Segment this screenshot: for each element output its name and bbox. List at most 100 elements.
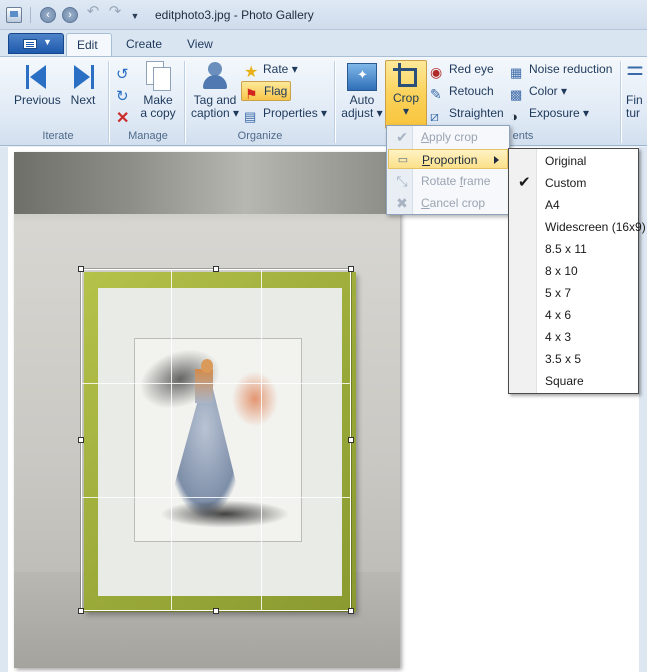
retouch-label: Retouch: [449, 84, 494, 98]
ribbon: Previous Next Iterate ↺ ↻ ✕ Make a copy …: [0, 56, 647, 146]
tab-create[interactable]: Create: [116, 33, 172, 56]
crop-menu: ✔ Apply crop ▭ Proportion ⤡ Rotate frame…: [386, 125, 510, 215]
auto-adjust-button[interactable]: Auto adjust ▾: [340, 63, 384, 120]
crop-handle-bottom[interactable]: [213, 608, 219, 614]
tag-and-caption-button[interactable]: Tag and caption ▾: [190, 61, 240, 120]
rotate-right-icon: ↻: [116, 88, 129, 105]
tag-caption-icon: [200, 61, 230, 91]
undo-icon[interactable]: ↶: [85, 4, 101, 21]
title-bar: ‹ › ↶ ↷ ▼ editphoto3.jpg - Photo Gallery: [0, 0, 647, 30]
fine-tune-button[interactable]: ☰ Fin tur: [626, 63, 647, 120]
straighten-label: Straighten: [449, 106, 504, 120]
tag-label-2: caption ▾: [190, 106, 240, 120]
photo-background-top: [14, 152, 400, 214]
group-separator: [334, 61, 335, 143]
window-title: editphoto3.jpg - Photo Gallery: [155, 8, 314, 22]
exposure-label: Exposure: [529, 106, 580, 120]
proportion-option[interactable]: Square: [510, 370, 638, 392]
straighten-button[interactable]: ⧄ Straighten: [430, 103, 506, 124]
rate-button[interactable]: ★ Rate ▾: [244, 59, 304, 81]
proportion-option[interactable]: Original: [510, 150, 638, 172]
auto-adjust-icon: [347, 63, 377, 91]
color-button[interactable]: ▩ Color ▾: [510, 81, 580, 102]
retouch-icon: ✎: [430, 86, 442, 102]
red-eye-icon: ◉: [430, 64, 443, 80]
title-separator: [30, 7, 31, 23]
straighten-icon: ⧄: [430, 108, 439, 124]
next-icon: [70, 63, 96, 91]
group-separator: [620, 61, 621, 143]
crop-grid-line: [82, 383, 350, 384]
copy-icon: [144, 61, 172, 91]
crop-handle-top[interactable]: [213, 266, 219, 272]
crop-rectangle[interactable]: [81, 269, 351, 611]
delete-button[interactable]: ✕: [116, 105, 136, 127]
proportion-submenu: Original ✔ Custom A4 Widescreen (16x9) 8…: [508, 148, 646, 394]
properties-label: Properties: [263, 106, 318, 120]
proportion-option[interactable]: A4: [510, 194, 638, 216]
group-label-iterate: Iterate: [42, 130, 74, 142]
crop-handle-left[interactable]: [78, 437, 84, 443]
checkmark-icon: ✔: [518, 174, 531, 191]
delete-icon: ✕: [116, 110, 130, 127]
crop-handle-top-right[interactable]: [348, 266, 354, 272]
rate-label: Rate: [263, 62, 289, 76]
tab-view[interactable]: View: [177, 33, 223, 56]
redo-icon[interactable]: ↷: [107, 4, 123, 21]
proportion-option[interactable]: 3.5 x 5: [510, 348, 638, 370]
color-label: Color: [529, 84, 558, 98]
fine-tune-label-2: tur: [626, 106, 641, 120]
crop-handle-bottom-left[interactable]: [78, 608, 84, 614]
crop-handle-bottom-right[interactable]: [348, 608, 354, 614]
next-button[interactable]: Next: [64, 63, 102, 107]
apply-crop-item[interactable]: ✔ Apply crop: [388, 127, 508, 147]
rotate-left-icon: ↺: [116, 66, 129, 83]
back-icon[interactable]: ‹: [40, 7, 56, 23]
rotate-frame-item[interactable]: ⤡ Rotate frame: [388, 171, 508, 191]
proportion-option[interactable]: 4 x 3: [510, 326, 638, 348]
exposure-icon: ◑: [510, 109, 518, 124]
checkmark-icon: ✔: [396, 129, 408, 145]
proportion-icon: ▭: [397, 154, 409, 166]
proportion-option[interactable]: 8.5 x 11: [510, 238, 638, 260]
retouch-button[interactable]: ✎ Retouch: [430, 81, 506, 102]
app-icon[interactable]: [6, 7, 22, 23]
proportion-option[interactable]: 4 x 6: [510, 304, 638, 326]
color-icon: ▩: [510, 87, 523, 102]
submenu-arrow-icon: [494, 156, 499, 164]
crop-button-content: Crop ▾: [386, 63, 426, 118]
red-eye-button[interactable]: ◉ Red eye: [430, 59, 506, 80]
crop-grid-line: [82, 497, 350, 498]
previous-icon: [24, 63, 50, 91]
crop-dropdown-arrow: ▾: [402, 104, 410, 118]
proportion-item[interactable]: ▭ Proportion: [388, 149, 508, 169]
tab-edit[interactable]: Edit: [66, 33, 112, 56]
rotate-frame-icon: ⤡: [396, 173, 408, 189]
make-copy-button[interactable]: Make a copy: [138, 61, 178, 120]
ribbon-tab-row: ▼ Edit Create View: [0, 30, 647, 56]
group-label-organize: Organize: [237, 130, 283, 142]
exposure-button[interactable]: ◑ Exposure ▾: [510, 103, 594, 124]
previous-button[interactable]: Previous: [14, 63, 61, 107]
red-eye-label: Red eye: [449, 62, 494, 76]
noise-reduction-label: Noise reduction: [529, 62, 613, 76]
crop-grid-line: [171, 270, 172, 610]
noise-reduction-button[interactable]: ▦ Noise reduction: [510, 59, 616, 80]
rotate-right-button[interactable]: ↻: [116, 83, 136, 105]
app-menu-icon: [23, 39, 37, 49]
cancel-crop-item[interactable]: ✖ Cancel crop: [388, 193, 508, 213]
group-label-manage: Manage: [128, 130, 168, 142]
noise-reduction-icon: ▦: [510, 65, 523, 80]
proportion-option[interactable]: 8 x 10: [510, 260, 638, 282]
proportion-option[interactable]: 5 x 7: [510, 282, 638, 304]
forward-icon[interactable]: ›: [62, 7, 78, 23]
make-copy-label-2: a copy: [140, 106, 176, 120]
rotate-left-button[interactable]: ↺: [116, 61, 136, 83]
quick-access-dropdown-icon[interactable]: ▼: [127, 9, 143, 25]
proportion-option-selected[interactable]: ✔ Custom: [510, 172, 638, 194]
properties-button[interactable]: ▤ Properties ▾: [244, 103, 328, 124]
crop-handle-top-left[interactable]: [78, 266, 84, 272]
proportion-option[interactable]: Widescreen (16x9): [510, 216, 646, 238]
app-menu-button[interactable]: ▼: [8, 33, 64, 54]
crop-handle-right[interactable]: [348, 437, 354, 443]
